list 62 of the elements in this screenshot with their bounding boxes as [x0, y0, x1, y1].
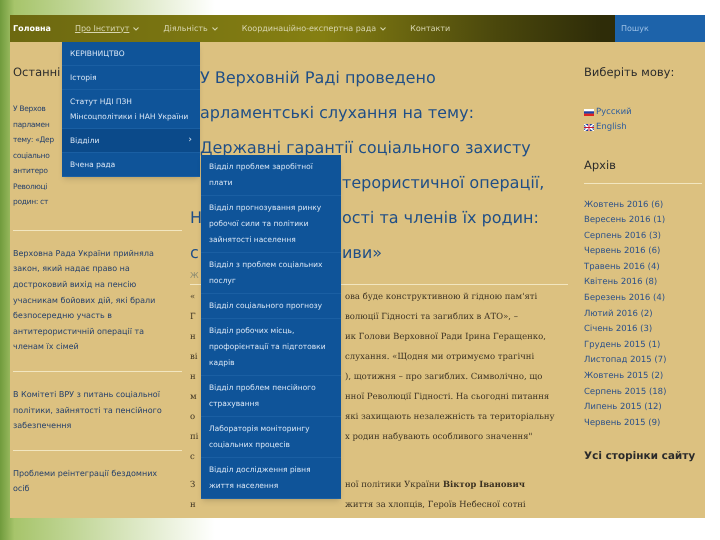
section-heading: Архів: [584, 157, 616, 174]
article-title: арламентські слухання на тему:: [200, 102, 474, 124]
article-text: н: [190, 372, 196, 382]
archive-link[interactable]: Грудень 2015 (1): [584, 338, 660, 354]
archive-link[interactable]: Травень 2016 (4): [584, 260, 660, 276]
article-title: ості та членів їх родин:: [342, 206, 539, 228]
nav-item[interactable]: Контакти: [410, 22, 450, 34]
article-text: «: [190, 292, 196, 302]
archive-link[interactable]: Березень 2016 (4): [584, 291, 666, 307]
article-title: иви»: [342, 242, 382, 264]
archive-link[interactable]: Серпень 2016 (3): [584, 228, 661, 244]
archive-link[interactable]: Червень 2016 (6): [584, 244, 660, 260]
post-meta: Ж: [190, 270, 199, 282]
submenu-arrow: ›: [188, 134, 192, 147]
article-text: З: [190, 480, 196, 490]
archive-link[interactable]: Листопад 2015 (7): [584, 353, 666, 370]
archive-link[interactable]: Червень 2015 (9): [584, 416, 660, 432]
article-text: ві: [190, 352, 198, 362]
article-text: н: [190, 500, 196, 510]
article-text: які захищають незалежність та територіальну: [345, 410, 555, 424]
article-text: пі: [190, 432, 198, 442]
section-heading: Усі сторінки сайту: [584, 449, 696, 464]
language-link[interactable]: Русский: [584, 105, 632, 120]
article-text: Г: [190, 312, 196, 322]
article-text: х родин набувають особливого значення": [345, 430, 532, 444]
archive-link[interactable]: Квітень 2016 (8): [584, 275, 658, 292]
flag-icon: [584, 109, 594, 116]
language-link[interactable]: English: [584, 120, 627, 136]
archive-link[interactable]: Січень 2016 (3): [584, 322, 652, 338]
article-text: слухання. «Щодня ми отримуємо трагічні: [345, 350, 534, 364]
section-heading: Останні: [13, 64, 60, 81]
nav-item[interactable]: Координаційно-експертна рада: [242, 22, 386, 34]
article-title: терористичної операції,: [342, 172, 544, 194]
article-text: ова буде конструктивною й гідною пам'яті: [345, 290, 538, 304]
article-text: н: [190, 332, 196, 342]
archive-link[interactable]: Жовтень 2015 (2): [584, 369, 664, 385]
article-title: У Верховній Раді проведено: [200, 66, 436, 88]
post-link[interactable]: Верховна Рада України прийняла закон, який надає право на достроковий вихід на пенсію учасникам бойових дій, які брали безпосередню участь в антитерористичній операції та членам їх сімей: [13, 246, 171, 355]
search-field[interactable]: Пошук: [615, 15, 705, 42]
archive-link[interactable]: Жовтень 2016 (6): [584, 198, 664, 214]
nav-item[interactable]: Діяльність: [163, 22, 218, 34]
archive-link[interactable]: Вересень 2016 (1): [584, 213, 666, 229]
article-text: волюції Гідності та загиблих в АТО», –: [345, 310, 518, 324]
post-link[interactable]: Проблеми реінтеграції бездомних осіб: [13, 466, 171, 497]
nav-item[interactable]: Про Інститут: [74, 22, 140, 34]
section-heading: Виберіть мову:: [584, 64, 674, 81]
article-text: ), щотижня – про загиблих. Символічно, що: [345, 370, 542, 384]
article-text: ик Голови Верховної Ради Ірина Геращенко,: [345, 330, 546, 344]
article-text: м: [190, 392, 197, 402]
article-text: нної Революції Гідності. На сьогодні питання: [345, 390, 550, 404]
flag-icon: [584, 124, 594, 132]
article-text: о: [190, 412, 196, 422]
archive-link[interactable]: Лютий 2016 (2): [584, 306, 653, 322]
article-title: Н: [190, 208, 202, 226]
archive-link[interactable]: Серпень 2015 (18): [584, 384, 666, 400]
article-title: с: [190, 242, 199, 262]
article-text: с: [190, 452, 195, 462]
post-link[interactable]: В Комітеті ВРУ з питань соціальної політики, зайнятості та пенсійного забезпечення: [13, 386, 171, 434]
article-text: життя за хлопців, Героїв Небесної сотні: [345, 498, 526, 512]
archive-link[interactable]: Липень 2015 (12): [584, 400, 662, 416]
article-text: ної політики України Віктор Іванович: [345, 478, 525, 492]
nav-item[interactable]: Головна: [13, 22, 51, 34]
